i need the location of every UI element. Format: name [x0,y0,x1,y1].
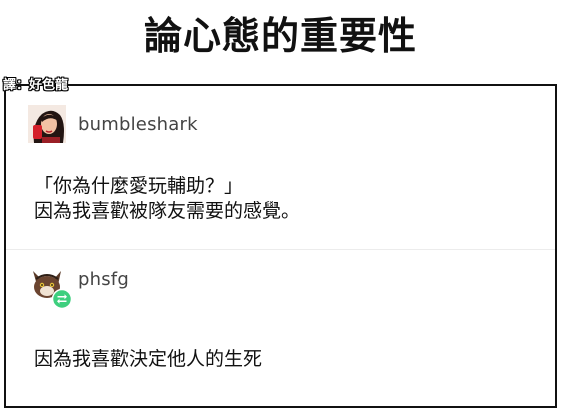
cartoon-woman-avatar-icon[interactable] [28,105,66,143]
post-item: phsfg 因為我喜歡決定他人的生死 [6,249,555,406]
translator-credit: 譯：好色龍 [3,78,69,93]
post-text-line: 因為我喜歡決定他人的生死 [34,348,263,370]
post-text-line: 因為我喜歡被隊友需要的感覺。 [34,200,301,222]
username[interactable]: bumbleshark [78,114,198,135]
post-header: bumbleshark [28,104,198,144]
post-item: bumbleshark 「你為什麼愛玩輔助？」 因為我喜歡被隊友需要的感覺。 [6,86,555,249]
post-thread-card: bumbleshark 「你為什麼愛玩輔助？」 因為我喜歡被隊友需要的感覺。 p… [4,84,557,408]
meme-title: 論心態的重要性 [143,14,417,58]
username[interactable]: phsfg [78,269,129,290]
post-header: phsfg [28,264,129,310]
reblog-icon [51,288,73,310]
post-text-line: 「你為什麼愛玩輔助？」 [34,175,244,197]
cat-avatar-icon[interactable] [28,265,73,310]
